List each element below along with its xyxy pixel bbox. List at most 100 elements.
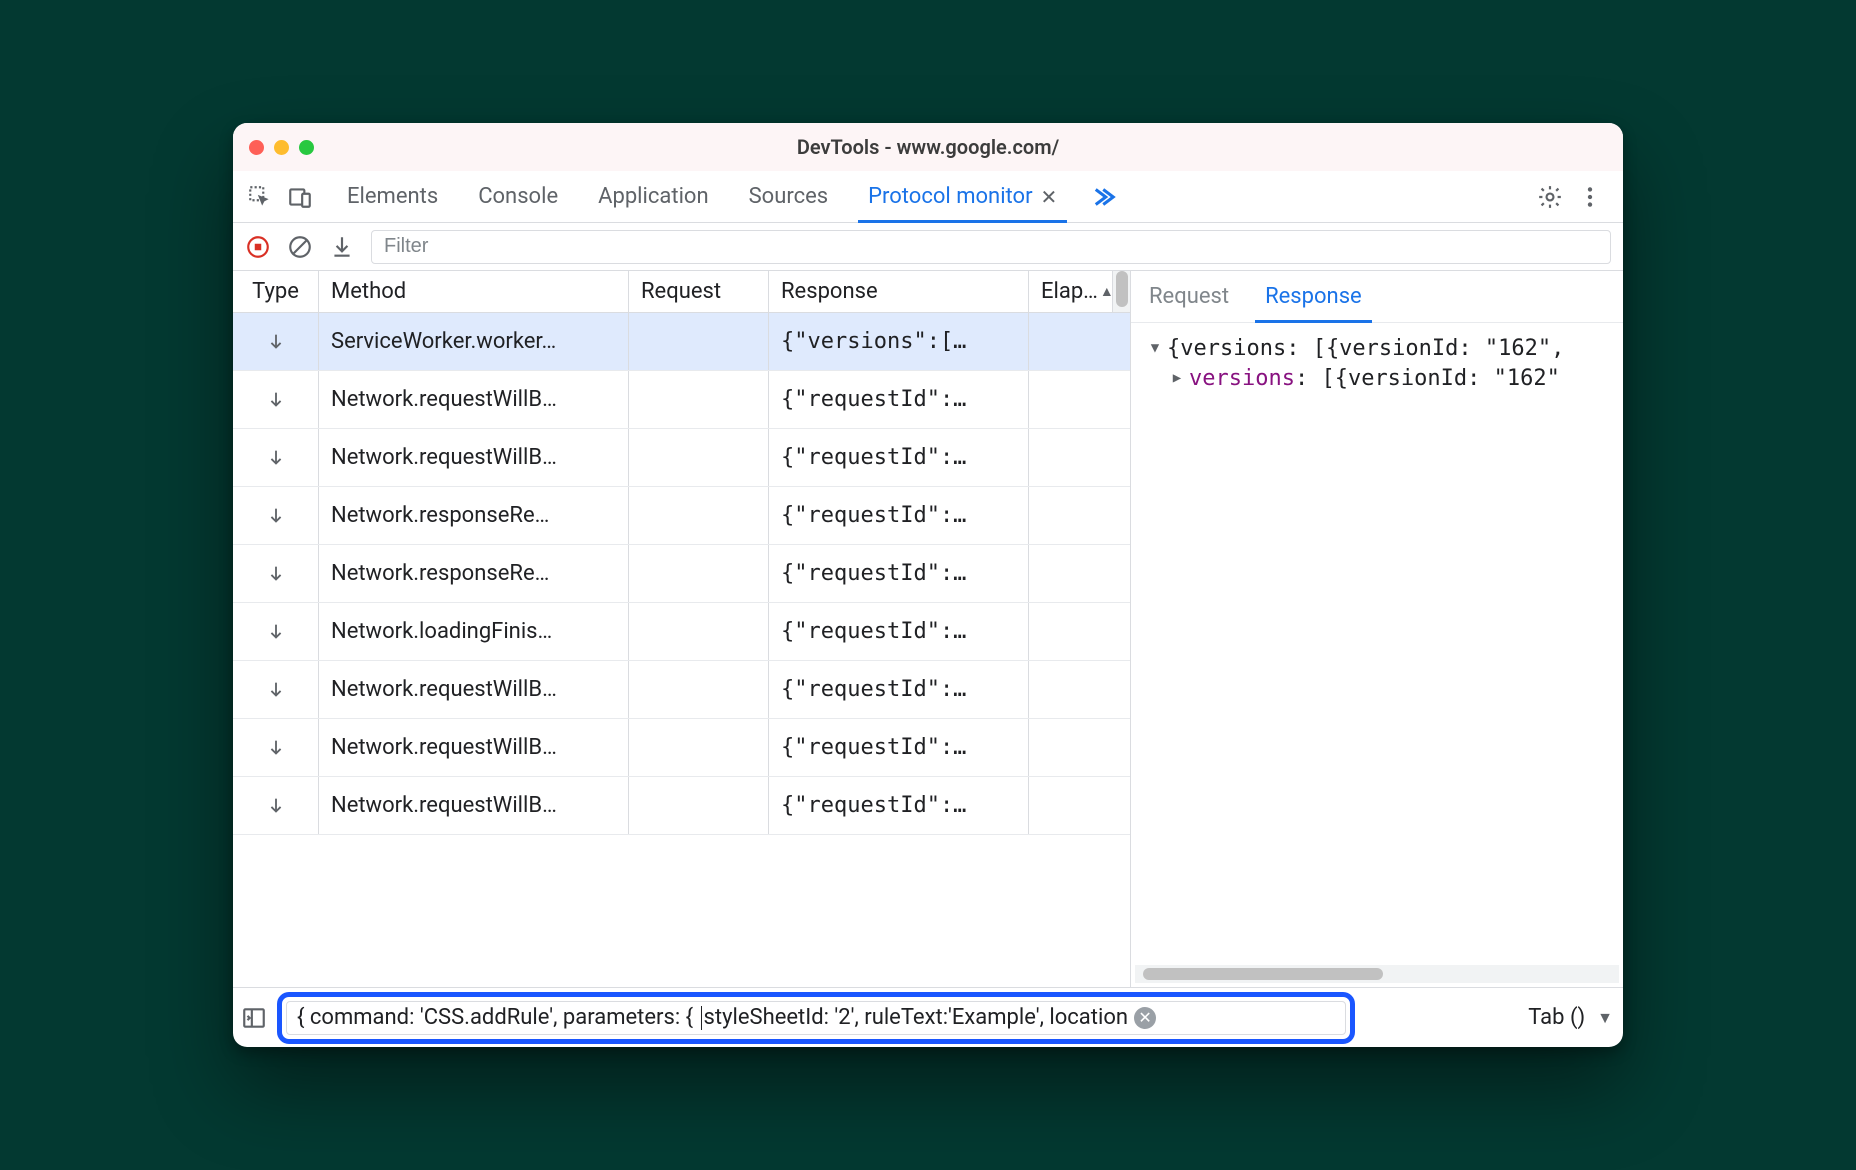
tab-elements[interactable]: Elements <box>327 171 458 222</box>
detail-tabstrip: Request Response <box>1131 271 1623 323</box>
cell-response: {"requestId":… <box>769 545 1029 602</box>
filter-input[interactable] <box>371 230 1611 264</box>
type-received-icon <box>233 719 319 776</box>
tab-sources[interactable]: Sources <box>729 171 849 222</box>
caret-right-icon[interactable]: ▶ <box>1169 370 1185 386</box>
clear-input-icon[interactable]: ✕ <box>1134 1007 1156 1029</box>
kebab-menu-icon[interactable] <box>1577 184 1603 210</box>
table-row[interactable]: Network.requestWillB… {"requestId":… <box>233 429 1130 487</box>
window-controls <box>249 140 314 155</box>
cell-request <box>629 777 769 834</box>
type-received-icon <box>233 603 319 660</box>
response-tree[interactable]: ▼ {versions: [{versionId: "162", ▶ versi… <box>1131 323 1623 965</box>
tree-row-child[interactable]: ▶ versions: [{versionId: "162" <box>1169 363 1617 393</box>
devtools-tabstrip: Elements Console Application Sources Pro… <box>233 171 1623 223</box>
table-row[interactable]: ServiceWorker.worker… {"versions":[… <box>233 313 1130 371</box>
tab-application[interactable]: Application <box>578 171 728 222</box>
cell-method: Network.requestWillB… <box>319 371 629 428</box>
cell-elapsed <box>1029 545 1130 602</box>
table-body[interactable]: ServiceWorker.worker…{"versions":[…Netwo… <box>233 313 1130 987</box>
clear-icon[interactable] <box>287 234 313 260</box>
cell-request <box>629 487 769 544</box>
cell-method: Network.requestWillB… <box>319 661 629 718</box>
table-header: Type Method Request Response Elap…▲ <box>233 271 1130 313</box>
cell-elapsed <box>1029 719 1130 776</box>
table-row[interactable]: Network.requestWillB… {"requestId":… <box>233 371 1130 429</box>
column-request[interactable]: Request <box>629 271 769 312</box>
record-icon[interactable] <box>245 234 271 260</box>
gear-icon[interactable] <box>1537 184 1563 210</box>
raw-command-input[interactable]: { command: 'CSS.addRule', parameters: { … <box>286 1001 1346 1035</box>
fullscreen-window-button[interactable] <box>299 140 314 155</box>
minimize-window-button[interactable] <box>274 140 289 155</box>
cell-request <box>629 545 769 602</box>
cell-request <box>629 719 769 776</box>
titlebar: DevTools - www.google.com/ <box>233 123 1623 171</box>
table-row[interactable]: Network.requestWillB… {"requestId":… <box>233 661 1130 719</box>
message-table: Type Method Request Response Elap…▲ Serv… <box>233 271 1131 987</box>
close-window-button[interactable] <box>249 140 264 155</box>
cell-elapsed <box>1029 661 1130 718</box>
window-title: DevTools - www.google.com/ <box>233 135 1623 159</box>
drawer-toggle-icon[interactable] <box>241 1005 267 1031</box>
cell-method: Network.loadingFinis… <box>319 603 629 660</box>
cell-elapsed <box>1029 313 1130 370</box>
cell-method: ServiceWorker.worker… <box>319 313 629 370</box>
cell-elapsed <box>1029 487 1130 544</box>
column-type[interactable]: Type <box>233 271 319 312</box>
cell-request <box>629 429 769 486</box>
column-response[interactable]: Response <box>769 271 1029 312</box>
table-row[interactable]: Network.responseRe…{"requestId":… <box>233 545 1130 603</box>
chevron-down-icon[interactable]: ▼ <box>1597 1008 1613 1028</box>
cell-response: {"requestId":… <box>769 777 1029 834</box>
protocol-toolbar <box>233 223 1623 271</box>
cell-response: {"requestId":… <box>769 603 1029 660</box>
type-received-icon <box>233 487 319 544</box>
cell-response: {"requestId":… <box>769 371 1029 428</box>
detail-tab-request[interactable]: Request <box>1131 271 1247 322</box>
cell-elapsed <box>1029 777 1130 834</box>
tab-protocol-monitor[interactable]: Protocol monitor ✕ <box>848 171 1077 222</box>
tabs-overflow-button[interactable] <box>1077 171 1127 222</box>
cell-response: {"requestId":… <box>769 661 1029 718</box>
table-row[interactable]: Network.loadingFinis… {"requestId":… <box>233 603 1130 661</box>
cell-request <box>629 603 769 660</box>
type-received-icon <box>233 661 319 718</box>
column-method[interactable]: Method <box>319 271 629 312</box>
cell-response: {"requestId":… <box>769 719 1029 776</box>
download-icon[interactable] <box>329 234 355 260</box>
type-received-icon <box>233 777 319 834</box>
cell-method: Network.requestWillB… <box>319 719 629 776</box>
vertical-scrollbar[interactable] <box>1112 271 1130 312</box>
cell-request <box>629 371 769 428</box>
tree-row-root[interactable]: ▼ {versions: [{versionId: "162", <box>1147 333 1617 363</box>
cell-response: {"requestId":… <box>769 429 1029 486</box>
tab-console[interactable]: Console <box>458 171 578 222</box>
cell-method: Network.requestWillB… <box>319 777 629 834</box>
type-received-icon <box>233 313 319 370</box>
table-row[interactable]: Network.responseRe… {"requestId":… <box>233 487 1130 545</box>
main-split: Type Method Request Response Elap…▲ Serv… <box>233 271 1623 987</box>
cell-elapsed <box>1029 429 1130 486</box>
command-input-highlight: { command: 'CSS.addRule', parameters: { … <box>277 992 1355 1044</box>
type-received-icon <box>233 371 319 428</box>
cell-method: Network.responseRe… <box>319 487 629 544</box>
console-drawer: { command: 'CSS.addRule', parameters: { … <box>233 987 1623 1047</box>
close-tab-icon[interactable]: ✕ <box>1041 185 1058 209</box>
type-received-icon <box>233 429 319 486</box>
device-toolbar-icon[interactable] <box>287 184 313 210</box>
table-row[interactable]: Network.requestWillB… {"requestId":… <box>233 777 1130 835</box>
cell-request <box>629 313 769 370</box>
detail-pane: Request Response ▼ {versions: [{versionI… <box>1131 271 1623 987</box>
cell-response: {"requestId":… <box>769 487 1029 544</box>
detail-tab-response[interactable]: Response <box>1247 271 1380 322</box>
inspect-element-icon[interactable] <box>247 184 273 210</box>
column-elapsed[interactable]: Elap…▲ <box>1029 271 1130 312</box>
drawer-tab-label[interactable]: Tab () <box>1528 1005 1585 1030</box>
cell-method: Network.requestWillB… <box>319 429 629 486</box>
devtools-window: DevTools - www.google.com/ Elements Cons… <box>233 123 1623 1047</box>
table-row[interactable]: Network.requestWillB… {"requestId":… <box>233 719 1130 777</box>
cell-response: {"versions":[… <box>769 313 1029 370</box>
caret-down-icon[interactable]: ▼ <box>1147 340 1163 356</box>
horizontal-scrollbar[interactable] <box>1135 965 1619 983</box>
